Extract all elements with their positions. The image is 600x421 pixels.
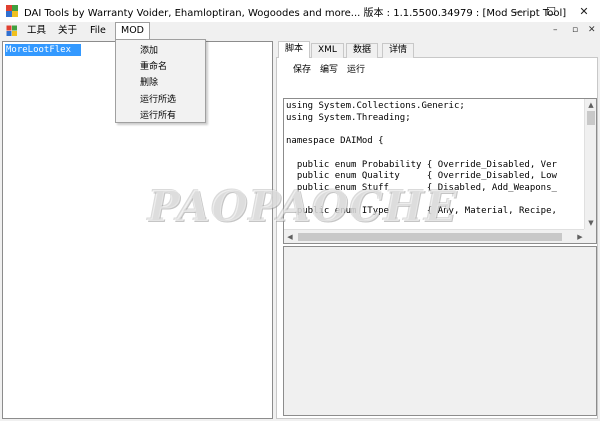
code-line: public enum Quality { Override_Disabled,… <box>286 171 557 182</box>
mdi-close-button[interactable]: ✕ <box>588 25 596 35</box>
menu-item-run-selected[interactable]: 运行所选 <box>140 92 176 105</box>
window-title: DAI Tools by Warranty Voider, Ehamloptir… <box>24 8 567 19</box>
minimize-button[interactable]: — <box>502 0 534 22</box>
code-text[interactable]: using System.Collections.Generic; using S… <box>286 101 557 218</box>
scrollbar-corner <box>584 229 596 243</box>
tab-details[interactable]: 详情 <box>382 43 415 58</box>
horizontal-scrollbar[interactable]: ◀ ▶ <box>284 229 586 243</box>
title-bar[interactable]: DAI Tools by Warranty Voider, Ehamloptir… <box>0 0 600 22</box>
code-line: using System.Threading; <box>286 112 411 123</box>
tab-strip: 脚本 XML 数据 详情 <box>276 41 598 59</box>
code-line: public enum IType { Any, Material, Recip… <box>286 206 557 217</box>
run-button[interactable]: 运行 <box>347 62 365 75</box>
menu-item-rename[interactable]: 重命名 <box>140 59 167 72</box>
tab-page-script: 保存 编写 运行 using System.Collections.Generi… <box>276 58 598 419</box>
mdi-child-icon[interactable] <box>6 25 18 37</box>
output-panel[interactable] <box>283 246 597 416</box>
mod-menu-dropdown: 添加 重命名 删除 运行所选 运行所有 <box>115 39 206 123</box>
code-editor[interactable]: using System.Collections.Generic; using S… <box>283 98 597 244</box>
scroll-down-arrow[interactable]: ▼ <box>585 217 596 229</box>
close-button[interactable]: ✕ <box>568 0 600 22</box>
save-button[interactable]: 保存 <box>293 62 311 75</box>
horizontal-scroll-thumb[interactable] <box>298 233 562 241</box>
tab-script[interactable]: 脚本 <box>278 41 311 59</box>
script-panel: 脚本 XML 数据 详情 保存 编写 运行 using System.Colle… <box>276 41 598 419</box>
menu-file[interactable]: File <box>85 22 111 40</box>
code-line: namespace DAIMod { <box>286 136 384 147</box>
menu-item-run-all[interactable]: 运行所有 <box>140 108 176 121</box>
app-icon <box>6 5 18 17</box>
mdi-restore-button[interactable]: ▫ <box>572 25 578 35</box>
scroll-up-arrow[interactable]: ▲ <box>585 99 596 111</box>
code-line: public enum Stuff { Disabled, Add_Weapon… <box>286 182 557 193</box>
compile-button[interactable]: 编写 <box>320 62 338 75</box>
scroll-left-arrow[interactable]: ◀ <box>284 231 296 243</box>
tab-data[interactable]: 数据 <box>346 43 379 58</box>
menu-item-add[interactable]: 添加 <box>140 43 158 56</box>
menu-about[interactable]: 关于 <box>53 22 82 40</box>
maximize-button[interactable]: ☐ <box>535 0 567 22</box>
vertical-scrollbar[interactable]: ▲ ▼ <box>584 99 596 229</box>
vertical-scroll-thumb[interactable] <box>587 111 595 125</box>
menu-item-delete[interactable]: 删除 <box>140 75 158 88</box>
mdi-minimize-button[interactable]: – <box>553 25 558 35</box>
code-line: using System.Collections.Generic; <box>286 101 465 111</box>
tab-xml[interactable]: XML <box>311 43 344 58</box>
menu-tools[interactable]: 工具 <box>22 22 51 40</box>
menu-bar: 工具 关于 File MOD – ▫ ✕ <box>0 22 600 41</box>
list-item[interactable]: MoreLootFlex <box>5 44 81 56</box>
code-line: public enum Probability { Override_Disab… <box>286 159 557 170</box>
